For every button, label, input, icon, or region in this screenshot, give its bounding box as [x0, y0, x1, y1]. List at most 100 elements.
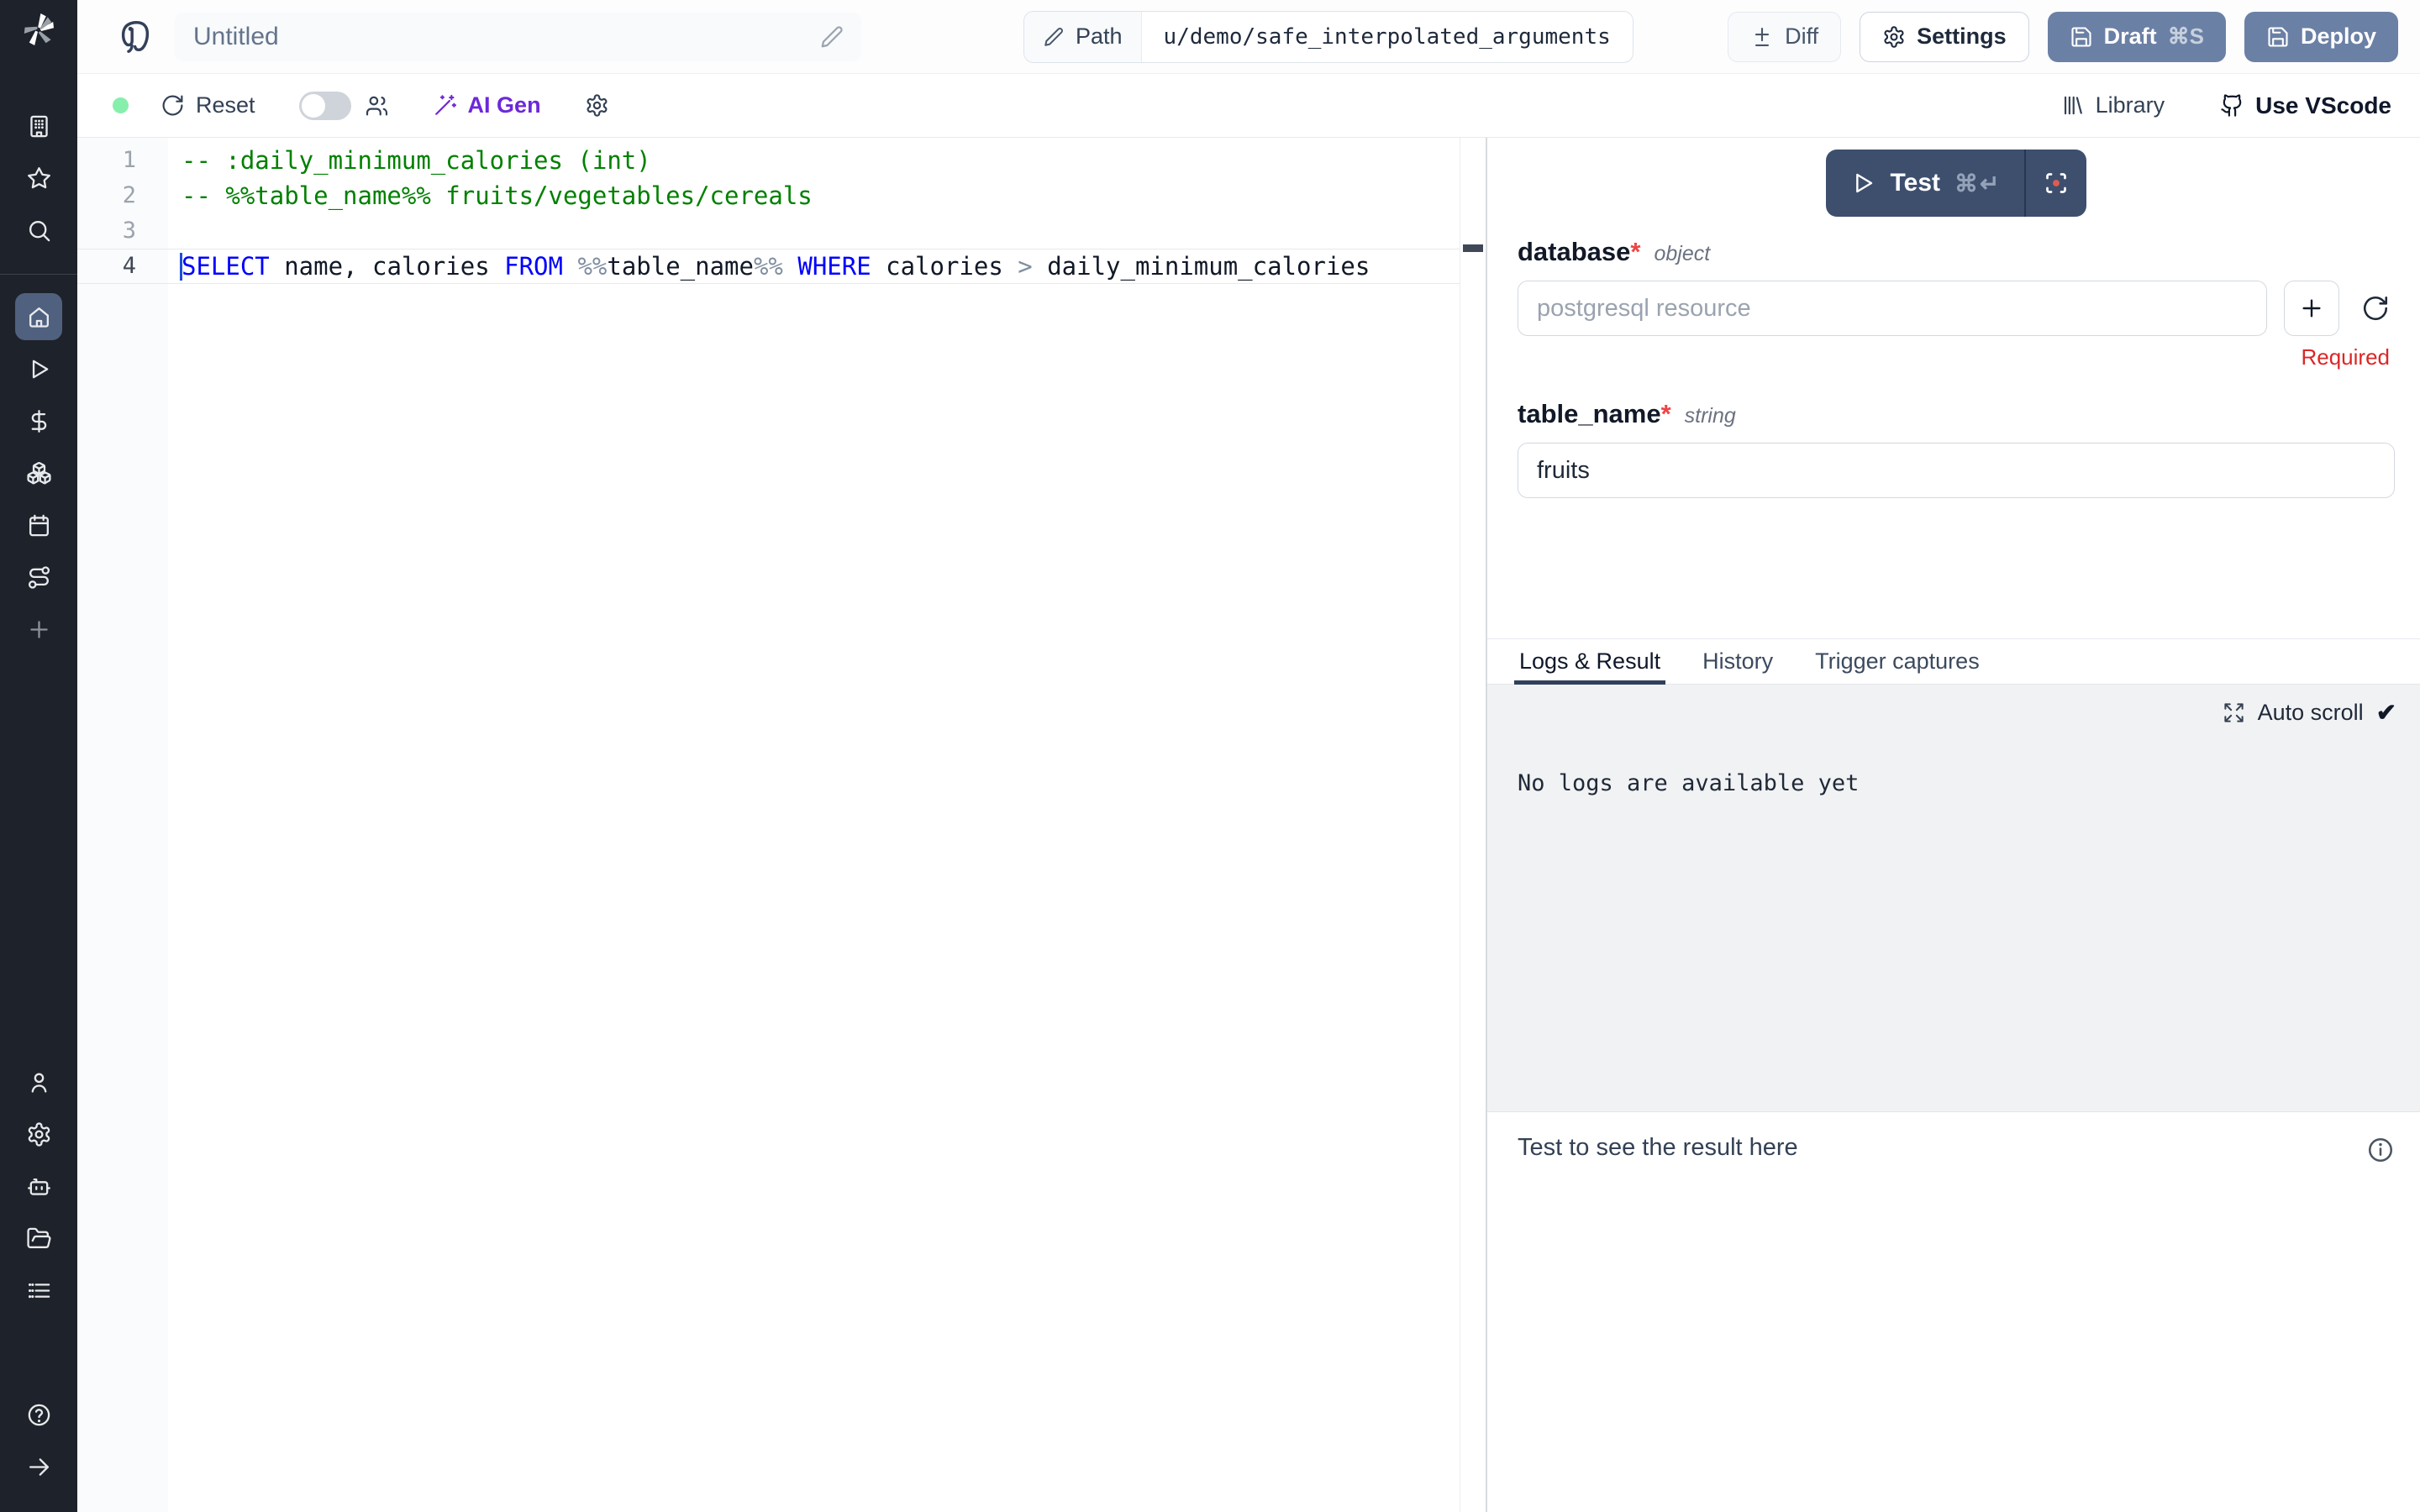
- line-number: 4: [77, 249, 168, 283]
- use-vscode-button[interactable]: Use VScode: [2215, 92, 2396, 120]
- arg-database: database* object: [1518, 237, 2395, 370]
- auto-scroll-row[interactable]: Auto scroll ✔: [1518, 693, 2396, 732]
- line-number: 1: [77, 144, 168, 177]
- save-icon: [2266, 25, 2290, 49]
- arg-type: string: [1685, 404, 1736, 428]
- sidebar-item-runs[interactable]: [15, 345, 62, 392]
- sql-text: [563, 252, 577, 281]
- sidebar-item-folders[interactable]: [15, 1215, 62, 1262]
- multiplayer-toggle[interactable]: [299, 92, 351, 120]
- sidebar-item-add[interactable]: [15, 606, 62, 653]
- table-name-input[interactable]: [1518, 443, 2395, 498]
- test-label: Test: [1891, 169, 1940, 197]
- content-row: 1 -- :daily_minimum_calories (int) 2 -- …: [77, 138, 2420, 1512]
- info-icon[interactable]: [2366, 1136, 2395, 1164]
- sql-text: name, calories: [270, 252, 504, 281]
- topbar-actions: Diff Settings Draft ⌘S: [1728, 12, 2398, 62]
- edit-title-pencil-icon[interactable]: [819, 24, 844, 50]
- draft-button[interactable]: Draft ⌘S: [2048, 12, 2226, 62]
- sql-keyword: FROM: [504, 252, 563, 281]
- database-input[interactable]: [1518, 281, 2267, 336]
- add-resource-button[interactable]: [2284, 281, 2339, 336]
- github-icon: [2220, 93, 2244, 118]
- sidebar-item-variables[interactable]: [15, 397, 62, 444]
- calendar-icon: [26, 512, 52, 538]
- arg-table-name: table_name* string: [1518, 399, 2395, 498]
- sidebar-item-workers[interactable]: [15, 1163, 62, 1210]
- sidebar-item-workspace[interactable]: [15, 102, 62, 150]
- code-line[interactable]: 1 -- :daily_minimum_calories (int): [77, 143, 1460, 178]
- sql-text: daily_minimum_calories: [1033, 252, 1370, 281]
- library-button[interactable]: Library: [2055, 92, 2170, 119]
- sql-operator: %%: [754, 252, 783, 281]
- reset-button[interactable]: Reset: [155, 92, 260, 119]
- code-line[interactable]: 2 -- %%table_name%% fruits/vegetables/ce…: [77, 178, 1460, 213]
- users-icon: [365, 93, 389, 118]
- windmill-logo-icon[interactable]: [18, 10, 59, 50]
- result-empty-message: Test to see the result here: [1518, 1134, 1798, 1162]
- play-icon: [26, 356, 52, 382]
- code-line[interactable]: 3: [77, 213, 1460, 249]
- required-note: Required: [1518, 344, 2395, 370]
- scan-record-icon: [2041, 168, 2071, 198]
- sidebar-item-favorites[interactable]: [15, 155, 62, 202]
- test-split-button: Test ⌘↵: [1826, 150, 2087, 217]
- test-shortcut: ⌘↵: [1954, 170, 2001, 197]
- empty-line: [168, 214, 182, 248]
- tab-trigger-captures[interactable]: Trigger captures: [1813, 639, 1981, 684]
- status-dot: [113, 97, 129, 113]
- required-asterisk: *: [1630, 237, 1640, 266]
- home-icon: [26, 304, 52, 330]
- sidebar-item-home[interactable]: [15, 293, 62, 340]
- arg-label-row: database* object: [1518, 237, 2395, 267]
- logs-empty-message: No logs are available yet: [1518, 770, 2396, 796]
- sidebar-item-account[interactable]: [15, 1058, 62, 1105]
- code-line-active[interactable]: 4 SELECT name, calories FROM %%table_nam…: [77, 249, 1460, 284]
- arg-type: object: [1654, 242, 1710, 266]
- diff-label: Diff: [1785, 24, 1818, 50]
- check-icon[interactable]: ✔: [2376, 698, 2396, 727]
- ai-gen-button[interactable]: AI Gen: [428, 92, 546, 119]
- refresh-icon: [2361, 293, 2390, 323]
- main-area: Path u/demo/safe_interpolated_arguments …: [77, 0, 2420, 1512]
- diff-icon: [1750, 25, 1774, 49]
- gear-icon: [585, 93, 609, 118]
- sidebar-item-schedules[interactable]: [15, 501, 62, 549]
- text-cursor: [180, 253, 182, 281]
- diff-button[interactable]: Diff: [1728, 12, 1841, 62]
- folder-open-icon: [26, 1226, 52, 1252]
- draft-shortcut: ⌘S: [2168, 24, 2204, 50]
- expand-icon[interactable]: [2223, 701, 2245, 724]
- tab-logs-result[interactable]: Logs & Result: [1518, 639, 1662, 684]
- search-icon: [26, 218, 52, 244]
- sidebar-item-settings[interactable]: [15, 1110, 62, 1158]
- plus-icon: [2298, 295, 2325, 322]
- path-value[interactable]: u/demo/safe_interpolated_arguments: [1142, 12, 1633, 62]
- sidebar-item-help[interactable]: [15, 1391, 62, 1438]
- capture-test-button[interactable]: [2026, 150, 2086, 217]
- sidebar-item-triggers[interactable]: [15, 554, 62, 601]
- arg-input-row: [1518, 281, 2395, 336]
- deploy-button[interactable]: Deploy: [2244, 12, 2398, 62]
- editor-settings-gear[interactable]: [585, 93, 609, 118]
- settings-label: Settings: [1917, 24, 2007, 50]
- settings-button[interactable]: Settings: [1860, 12, 2029, 62]
- use-vscode-label: Use VScode: [2255, 92, 2391, 119]
- line-number: 3: [77, 214, 168, 248]
- sidebar-item-resources[interactable]: [15, 449, 62, 496]
- star-icon: [26, 165, 52, 192]
- path-control[interactable]: Path u/demo/safe_interpolated_arguments: [1023, 11, 1634, 63]
- sql-keyword: SELECT: [182, 252, 270, 281]
- tab-history[interactable]: History: [1701, 639, 1775, 684]
- sidebar: [0, 0, 77, 1512]
- code-editor[interactable]: 1 -- :daily_minimum_calories (int) 2 -- …: [77, 138, 1486, 1512]
- postgresql-icon: [116, 18, 155, 56]
- script-title-input[interactable]: [192, 22, 819, 52]
- sidebar-item-audit-logs[interactable]: [15, 1267, 62, 1314]
- test-button[interactable]: Test ⌘↵: [1826, 150, 2025, 217]
- sidebar-item-search[interactable]: [15, 207, 62, 254]
- sidebar-item-collapse[interactable]: [15, 1443, 62, 1490]
- multiplayer-users-icon: [365, 93, 389, 118]
- refresh-resources-button[interactable]: [2356, 292, 2395, 324]
- path-label-segment[interactable]: Path: [1024, 12, 1142, 62]
